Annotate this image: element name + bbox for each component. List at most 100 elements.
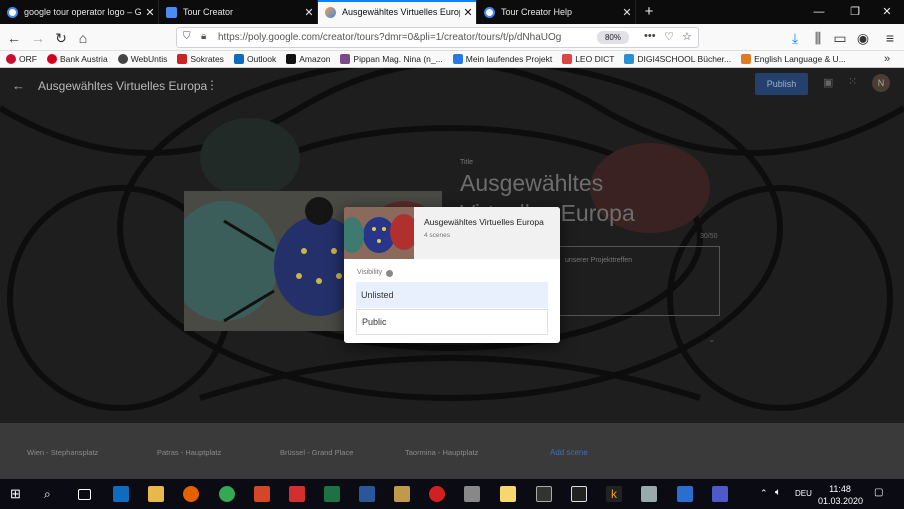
firefox-icon[interactable] <box>183 486 199 502</box>
bookmark-item[interactable]: WebUntis <box>117 54 167 64</box>
restore-icon[interactable]: ❐ <box>838 0 872 24</box>
window-close-icon[interactable]: ✕ <box>870 0 904 24</box>
bookmark-item[interactable]: Outlook <box>233 54 276 64</box>
forward-icon[interactable]: → <box>28 28 48 48</box>
sync-icon[interactable] <box>677 486 693 502</box>
dialog-header: Ausgewähltes Virtuelles Europa 4 scenes <box>344 207 560 259</box>
scene-item[interactable]: Brüssel - Grand Place <box>280 448 353 457</box>
chevron-down-icon[interactable]: ⌄ <box>708 334 716 345</box>
media-player-icon[interactable] <box>394 486 410 502</box>
bookmark-item[interactable]: Pippan Mag. Nina (n_... <box>340 54 443 64</box>
scene-item[interactable]: Taormina - Hauptplatz <box>405 448 478 457</box>
teams-icon[interactable] <box>712 486 728 502</box>
scene-item[interactable]: Wien - Stephansplatz <box>27 448 98 457</box>
bookmark-item[interactable]: Mein laufendes Projekt <box>452 54 552 64</box>
lock-icon[interactable]: 🔒︎ <box>201 31 206 42</box>
close-icon[interactable]: ✕ <box>460 6 476 19</box>
notification-icon[interactable]: ▢ <box>874 487 883 498</box>
back-icon[interactable]: ← <box>4 28 24 48</box>
library-icon[interactable]: ⫼ <box>808 28 828 48</box>
minimize-icon[interactable]: — <box>802 0 836 24</box>
sokrates-icon <box>177 54 188 64</box>
tab-bar: google tour operator logo – Go ✕ Tour Cre… <box>0 0 904 24</box>
description-field[interactable]: unserer Projekttreffen <box>556 246 720 316</box>
sidebar-icon[interactable]: ▭ <box>830 28 850 48</box>
outlook-icon[interactable] <box>113 486 129 502</box>
chevron-up-icon[interactable]: ⌃ <box>760 488 768 499</box>
chrome-icon[interactable] <box>219 486 235 502</box>
windows-start-icon[interactable]: ⊞ <box>10 486 26 502</box>
bookmark-item[interactable]: ORF <box>6 54 37 64</box>
shield-icon[interactable]: ⛉ <box>183 31 191 42</box>
feedback-icon[interactable]: ▣ <box>823 76 833 89</box>
publish-button[interactable]: Publish <box>755 73 808 95</box>
browser-tab-active[interactable]: Ausgewähltes Virtuelles Europa ✕ <box>318 0 477 24</box>
url-text[interactable]: https://poly.google.com/creator/tours?dm… <box>218 32 578 43</box>
avatar[interactable]: N <box>872 74 890 92</box>
back-arrow-icon[interactable]: ← <box>12 78 25 93</box>
excel-icon[interactable] <box>324 486 340 502</box>
search-icon[interactable]: ⌕ <box>44 486 60 502</box>
calculator-icon[interactable] <box>536 486 552 502</box>
app-red-icon[interactable] <box>429 486 445 502</box>
input-language[interactable]: DEU <box>795 489 812 498</box>
app-bar: ← Ausgewähltes Virtuelles Europa ⋮ Publi… <box>0 68 904 104</box>
tab-title: Tour Creator <box>183 7 234 17</box>
close-icon[interactable]: ✕ <box>301 6 317 19</box>
bookmark-item[interactable]: Amazon <box>286 54 330 64</box>
bookmark-star-icon[interactable]: ☆ <box>682 30 692 43</box>
bookmark-item[interactable]: English Language & U... <box>741 54 846 64</box>
k-app-icon[interactable]: k <box>606 486 622 502</box>
title-label: Title <box>460 159 473 166</box>
project-icon <box>452 54 463 64</box>
scenes-strip: Wien - Stephansplatz Patras - Hauptplatz… <box>0 423 904 479</box>
add-scene-button[interactable]: Add scene <box>550 448 588 457</box>
browser-tab[interactable]: Tour Creator Help ✕ <box>477 0 636 24</box>
menu-icon[interactable]: ≡ <box>880 28 900 48</box>
character-count: 30/50 <box>700 233 718 240</box>
sticky-notes-icon[interactable] <box>500 486 516 502</box>
file-explorer-icon[interactable] <box>148 486 164 502</box>
close-icon[interactable]: ✕ <box>142 6 158 19</box>
page-actions-icon[interactable]: ••• <box>644 30 656 42</box>
account-icon[interactable]: ◉ <box>853 28 873 48</box>
task-view-icon[interactable] <box>78 489 91 500</box>
poly-favicon-icon <box>325 6 336 18</box>
powerpoint-icon[interactable] <box>254 486 270 502</box>
scene-count: 4 scenes <box>424 232 451 239</box>
more-bookmarks-icon[interactable]: » <box>884 53 890 65</box>
home-icon[interactable]: ⌂ <box>73 28 93 48</box>
word-icon[interactable] <box>359 486 375 502</box>
new-tab-icon[interactable]: + <box>636 0 662 24</box>
windows-taskbar: ⊞ ⌕ k ⌃ 🔈︎ DEU 11:48 01.03.2020 ▢ <box>0 479 904 509</box>
bookmark-item[interactable]: Bank Austria <box>46 54 108 64</box>
scene-item[interactable]: Patras - Hauptplatz <box>157 448 221 457</box>
bookmark-item[interactable]: LEO DICT <box>562 54 614 64</box>
more-vert-icon[interactable]: ⋮ <box>206 78 218 92</box>
info-icon[interactable] <box>386 270 393 277</box>
scanner-icon[interactable] <box>641 486 657 502</box>
pocket-icon[interactable]: ♡ <box>664 30 674 43</box>
zoom-level[interactable]: 80% <box>597 31 629 44</box>
download-icon[interactable]: ⤓ <box>785 28 805 48</box>
browser-tab[interactable]: google tour operator logo – Go ✕ <box>0 0 159 24</box>
navigation-toolbar: ← → ↻ ⌂ ⛉ 🔒︎ https://poly.google.com/cre… <box>0 24 904 51</box>
outlook-icon <box>233 54 244 64</box>
acrobat-icon[interactable] <box>289 486 305 502</box>
reload-icon[interactable]: ↻ <box>51 28 71 48</box>
bookmark-item[interactable]: Sokrates <box>177 54 224 64</box>
piano-icon[interactable] <box>571 486 587 502</box>
visibility-option-public[interactable]: Public <box>356 309 548 335</box>
address-bar[interactable]: ⛉ 🔒︎ https://poly.google.com/creator/tou… <box>176 27 699 48</box>
bookmark-item[interactable]: DIGI4SCHOOL Bücher... <box>624 54 731 64</box>
tour-creator-favicon-icon <box>166 6 177 18</box>
paint-icon[interactable] <box>464 486 480 502</box>
clock[interactable]: 11:48 01.03.2020 <box>818 483 863 507</box>
volume-icon[interactable]: 🔈︎ <box>775 487 781 498</box>
apps-grid-icon[interactable]: ⁙ <box>848 75 857 88</box>
description-text: unserer Projekttreffen <box>565 257 633 264</box>
visibility-option-unlisted[interactable]: Unlisted <box>356 282 548 308</box>
close-icon[interactable]: ✕ <box>619 6 635 19</box>
browser-tab[interactable]: Tour Creator ✕ <box>159 0 318 24</box>
visibility-label: Visibility <box>357 269 383 276</box>
